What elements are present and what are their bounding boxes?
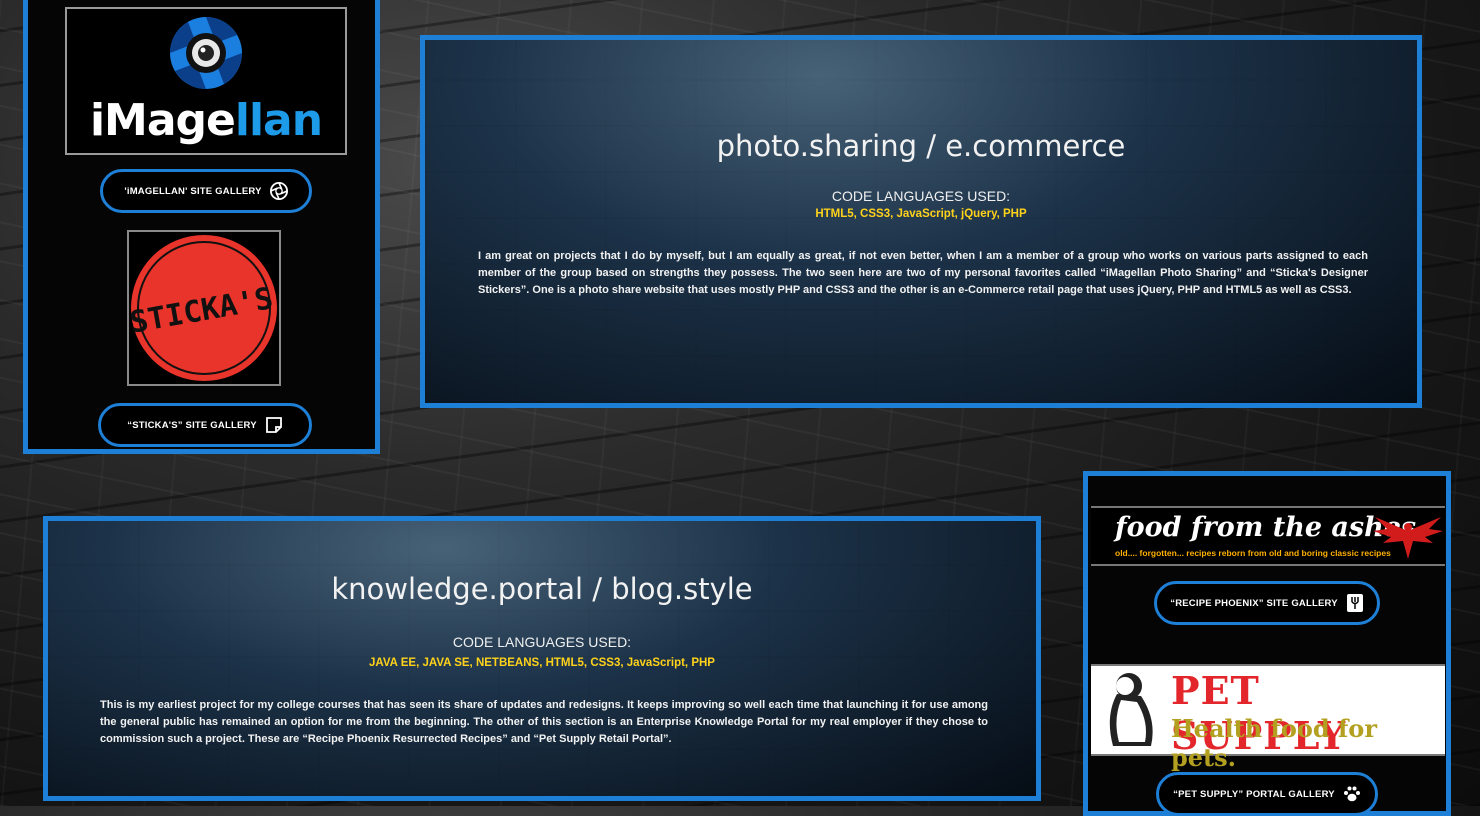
camera-shutter-icon — [269, 182, 288, 200]
sidebar-right-projects: food from the ashes old.... forgotten...… — [1083, 471, 1451, 816]
languages-heading: CODE LANGUAGES USED: — [831, 188, 1011, 204]
sticka-logo[interactable]: STICKA'S — [127, 230, 281, 386]
section-description: This is my earliest project for my colle… — [100, 699, 988, 745]
recipe-phoenix-gallery-button[interactable]: “RECIPE PHOENIX” SITE GALLERY — [1154, 581, 1380, 625]
phoenix-icon — [1373, 517, 1443, 559]
food-wordmark: food from the ashes — [1115, 512, 1417, 543]
pet-silhouette-icon — [1109, 673, 1153, 746]
pet-gallery-label: “PET SUPPLY” PORTAL GALLERY — [1173, 788, 1335, 800]
project-panel-photo-sharing: photo.sharing / e.commerce CODE LANGUAGE… — [420, 35, 1422, 408]
languages-list: HTML5, CSS3, JavaScript, jQuery, PHP — [815, 208, 1027, 220]
section-description: I am great on projects that I do by myse… — [478, 250, 1368, 296]
food-tagline: old.... forgotten... recipes reborn from… — [1115, 548, 1391, 558]
paw-icon — [1343, 785, 1361, 803]
project-panel-knowledge-portal: knowledge.portal / blog.style CODE LANGU… — [43, 516, 1041, 801]
sticky-note-icon — [265, 416, 283, 434]
pet-supply-logo[interactable]: PET SUPPLY Health food for pets. — [1091, 664, 1445, 772]
imagellan-logo[interactable]: iMagellan — [65, 7, 347, 155]
pet-supply-tagline: Health food for pets. — [1171, 714, 1377, 772]
imagellan-gallery-button[interactable]: 'iMAGELLAN' SITE GALLERY — [100, 169, 312, 213]
recipe-gallery-label: “RECIPE PHOENIX” SITE GALLERY — [1170, 597, 1338, 609]
section-title: photo.sharing / e.commerce — [716, 129, 1126, 163]
sidebar-left-projects: iMagellan 'iMAGELLAN' SITE GALLERY STICK… — [23, 0, 380, 454]
food-from-the-ashes-logo[interactable]: food from the ashes old.... forgotten...… — [1091, 506, 1445, 566]
sticka-badge: STICKA'S — [127, 235, 277, 381]
imagellan-gallery-label: 'iMAGELLAN' SITE GALLERY — [124, 185, 262, 197]
sticka-gallery-button[interactable]: “STICKA'S” SITE GALLERY — [98, 403, 312, 447]
fork-icon — [1346, 594, 1364, 612]
languages-list: JAVA EE, JAVA SE, NETBEANS, HTML5, CSS3,… — [369, 657, 715, 669]
imagellan-wordmark: iMagellan — [89, 95, 323, 146]
sticka-gallery-label: “STICKA'S” SITE GALLERY — [127, 419, 257, 431]
section-title: knowledge.portal / blog.style — [331, 572, 753, 606]
languages-heading: CODE LANGUAGES USED: — [452, 634, 632, 650]
pet-supply-gallery-button[interactable]: “PET SUPPLY” PORTAL GALLERY — [1156, 772, 1378, 816]
camera-lens-icon — [170, 17, 242, 89]
